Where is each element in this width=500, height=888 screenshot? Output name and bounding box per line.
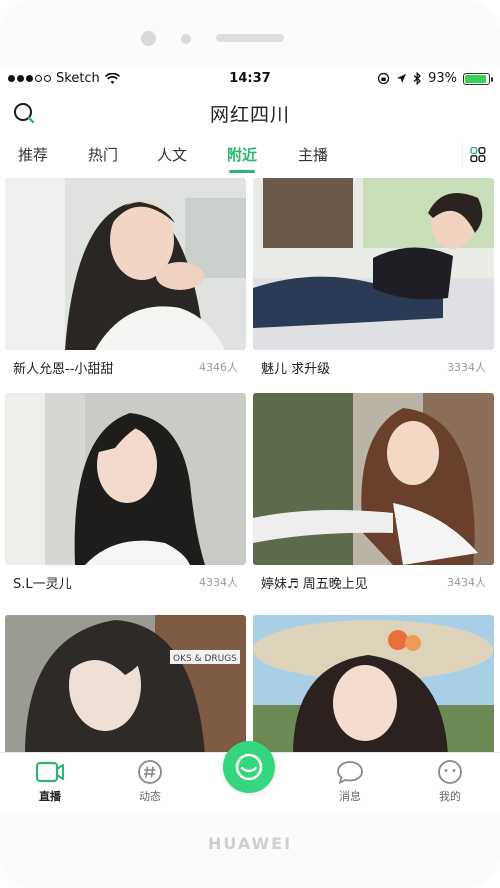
tab-nearby[interactable]: 附近 [227,144,258,173]
app-screen: Sketch 14:37 93% 网红四川 推荐 热门 人文 附近 主播 新人允… [0,66,500,814]
phone-top-bezel [0,0,500,66]
battery-icon [463,72,493,85]
room-title: 新人允恩--小甜甜 [13,362,114,377]
video-camera-icon [35,761,64,783]
page-title: 网红四川 [209,104,290,126]
room-cover-photo [253,393,494,565]
viewer-count: 3434人 [447,576,486,589]
tabbar-profile[interactable]: 我的 [420,759,480,804]
grid-view-icon[interactable] [462,142,488,168]
viewer-count: 3334人 [447,361,486,374]
tab-label: 推荐 [18,146,49,164]
tab-label: 人文 [157,146,188,164]
bluetooth-icon [413,72,422,85]
go-live-icon [235,753,263,781]
live-room-card[interactable]: S.L一灵儿 4334人 [5,393,246,599]
category-tabs: 推荐 热门 人文 附近 主播 [0,138,500,173]
location-arrow-icon [397,74,407,83]
tabbar-label: 消息 [339,790,361,803]
bottom-tab-bar: 直播 动态 消息 我的 [0,741,500,814]
tab-anchors[interactable]: 主播 [298,144,328,165]
status-bar: Sketch 14:37 93% [0,66,500,92]
tab-recommend[interactable]: 推荐 [18,144,48,165]
app-header: 网红四川 [0,92,500,132]
tab-label: 附近 [227,146,258,164]
tabbar-label: 我的 [439,790,461,803]
smiley-face-icon [438,760,462,784]
tabbar-label: 动态 [139,790,161,803]
tab-label: 主播 [298,146,329,164]
lock-rotation-icon [377,72,390,85]
live-room-card[interactable]: 婷妹♬ 周五晚上见 3434人 [253,393,494,599]
room-title: 魅儿 求升级 [261,362,331,377]
room-cover-photo: OKS & DRUGS [5,615,246,755]
status-bar-right: 93% [377,71,493,86]
tabbar-feed[interactable]: 动态 [120,759,180,804]
tabbar-messages[interactable]: 消息 [320,759,380,804]
room-title: S.L一灵儿 [13,577,72,592]
viewer-count: 4346人 [199,361,238,374]
earpiece-speaker [216,34,284,42]
room-cover-photo [253,615,494,755]
live-room-card[interactable]: 新人允恩--小甜甜 4346人 [5,178,246,384]
viewer-count: 4334人 [199,576,238,589]
front-camera [141,31,156,46]
phone-frame: Sketch 14:37 93% 网红四川 推荐 热门 人文 附近 主播 新人允… [0,0,500,888]
tabbar-label: 直播 [39,790,61,803]
hashtag-icon [138,760,162,784]
tab-hot[interactable]: 热门 [88,144,118,165]
room-title: 婷妹♬ 周五晚上见 [261,577,368,592]
proximity-sensor [181,34,191,44]
tabbar-live[interactable]: 直播 [20,759,80,804]
room-cover-photo [5,178,246,350]
go-live-button[interactable] [223,741,275,793]
battery-percent: 93% [428,71,457,86]
active-tab-indicator [229,170,256,173]
tab-label: 热门 [88,146,119,164]
photo-overlay-text: OKS & DRUGS [173,654,237,664]
live-room-card[interactable] [253,615,494,755]
live-room-card[interactable]: 魅儿 求升级 3334人 [253,178,494,384]
chat-bubble-icon [337,761,363,785]
tab-culture[interactable]: 人文 [157,144,187,165]
room-cover-photo [5,393,246,565]
device-brand-logo: HUAWEI [207,834,293,853]
live-room-card[interactable]: OKS & DRUGS [5,615,246,755]
battery-level-fill [465,74,487,83]
room-cover-photo [253,178,494,350]
